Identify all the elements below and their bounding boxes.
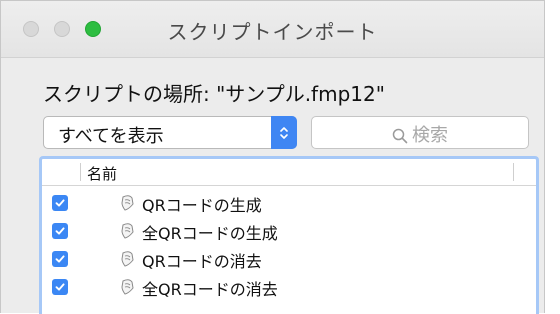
column-divider bbox=[80, 163, 81, 181]
window-title: スクリプトインポート bbox=[167, 20, 378, 44]
list-header: 名前 bbox=[42, 159, 536, 186]
title-bar[interactable]: スクリプトインポート bbox=[1, 1, 544, 58]
checkbox-checked[interactable] bbox=[52, 251, 68, 267]
script-name: 全QRコードの消去 bbox=[142, 280, 278, 299]
script-location-label: スクリプトの場所: "サンプル.fmp12" bbox=[43, 82, 385, 106]
list-item[interactable]: 全QRコードの消去 bbox=[42, 273, 536, 301]
search-placeholder: 検索 bbox=[412, 125, 448, 146]
script-name: 全QRコードの生成 bbox=[142, 224, 278, 243]
filter-selected-value: すべてを表示 bbox=[58, 126, 164, 147]
list-item[interactable]: QRコードの生成 bbox=[42, 189, 536, 217]
list-item[interactable]: 全QRコードの生成 bbox=[42, 217, 536, 245]
checkbox-checked[interactable] bbox=[52, 223, 68, 239]
script-icon bbox=[120, 250, 136, 272]
script-icon bbox=[120, 278, 136, 300]
script-icon bbox=[120, 222, 136, 244]
checkbox-checked[interactable] bbox=[52, 195, 68, 211]
updown-arrows-icon[interactable] bbox=[271, 116, 297, 149]
list-item[interactable]: QRコードの消去 bbox=[42, 245, 536, 273]
column-header-name[interactable]: 名前 bbox=[87, 163, 117, 184]
column-divider bbox=[513, 163, 514, 181]
script-import-window: スクリプトインポート スクリプトの場所: "サンプル.fmp12" すべてを表示… bbox=[0, 0, 545, 314]
script-list[interactable]: 名前 QRコードの生成 全QRコードの生成 QRコードの消去 全QRコードの消去 bbox=[39, 156, 539, 314]
script-name: QRコードの消去 bbox=[142, 252, 262, 271]
script-name: QRコードの生成 bbox=[142, 196, 262, 215]
checkbox-checked[interactable] bbox=[52, 279, 68, 295]
script-icon bbox=[120, 194, 136, 216]
search-field[interactable]: 検索 bbox=[311, 116, 529, 149]
search-icon bbox=[392, 128, 408, 149]
filter-dropdown[interactable]: すべてを表示 bbox=[43, 116, 297, 149]
